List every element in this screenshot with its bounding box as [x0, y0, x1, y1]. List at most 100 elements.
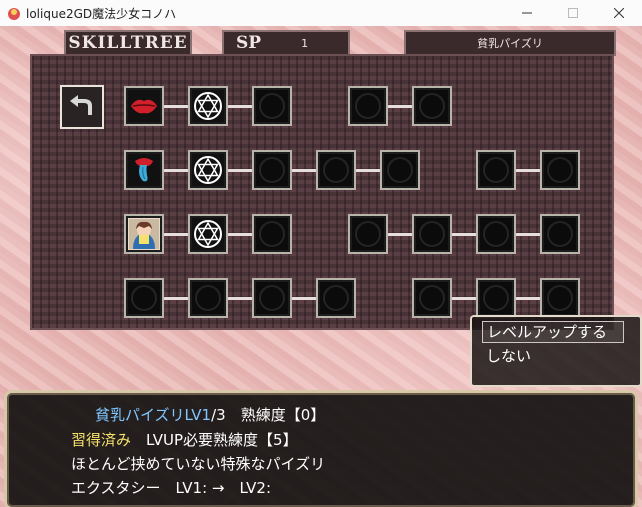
game-screen: SKILLTREE SP 1 貧乳パイズリ レベルアップする しない 貧乳パイズ… — [0, 26, 642, 507]
skill-node-locked[interactable] — [348, 214, 388, 254]
locked-node-icon — [323, 157, 349, 183]
maximize-button[interactable] — [550, 0, 596, 26]
locked-node-icon — [419, 93, 445, 119]
locked-node-icon — [419, 285, 445, 311]
skill-node-locked[interactable] — [252, 214, 292, 254]
skill-level-line: 貧乳パイズリLV1/3 熟練度【0】 — [95, 404, 325, 425]
tree-link — [356, 169, 380, 172]
hexagram-icon — [194, 156, 222, 184]
lvup-requirement: LVUP必要熟練度【5】 — [146, 431, 298, 449]
minimize-button[interactable] — [504, 0, 550, 26]
tree-link — [164, 233, 188, 236]
skill-node-locked[interactable] — [412, 278, 452, 318]
skill-node-locked[interactable] — [252, 150, 292, 190]
locked-node-icon — [323, 285, 349, 311]
locked-node-icon — [259, 93, 285, 119]
locked-node-icon — [483, 285, 509, 311]
portrait-icon — [129, 219, 159, 249]
tongue-icon — [135, 158, 153, 182]
tree-link — [516, 297, 540, 300]
skill-node-locked[interactable] — [316, 150, 356, 190]
locked-node-icon — [259, 221, 285, 247]
locked-node-icon — [131, 285, 157, 311]
back-arrow-icon — [70, 95, 92, 115]
locked-node-icon — [419, 221, 445, 247]
close-icon — [614, 8, 624, 18]
skill-node-locked[interactable] — [476, 150, 516, 190]
lips-icon — [131, 99, 157, 114]
skill-node[interactable] — [188, 86, 228, 126]
tree-link — [388, 105, 412, 108]
skill-node-locked[interactable] — [540, 214, 580, 254]
skill-node-locked[interactable] — [316, 278, 356, 318]
cancel-option[interactable]: しない — [486, 345, 531, 366]
skill-node-locked[interactable] — [252, 86, 292, 126]
skill-level-max: /3 — [211, 406, 226, 424]
sp-value: 1 — [301, 36, 309, 50]
skill-level-text: 貧乳パイズリLV1 — [95, 406, 212, 424]
locked-node-icon — [387, 157, 413, 183]
locked-node-icon — [483, 157, 509, 183]
skill-node-locked[interactable] — [540, 278, 580, 318]
skill-name-text: 貧乳パイズリ — [477, 37, 543, 50]
tree-link — [516, 233, 540, 236]
selected-skill-name: 貧乳パイズリ — [404, 30, 616, 56]
skilltree-label: SKILLTREE — [68, 33, 188, 53]
tree-link — [164, 105, 188, 108]
skill-node-locked[interactable] — [380, 150, 420, 190]
tree-link — [164, 169, 188, 172]
ecstasy-line: エクスタシー LV1: → LV2: — [71, 479, 272, 497]
skill-node-locked[interactable] — [188, 278, 228, 318]
locked-node-icon — [547, 285, 573, 311]
locked-node-icon — [355, 93, 381, 119]
skilltree-tab: SKILLTREE — [64, 30, 192, 56]
skill-node[interactable] — [124, 150, 164, 190]
window-titlebar: lolique2GD魔法少女コノハ — [0, 0, 642, 27]
acquired-status: 習得済み — [71, 431, 132, 449]
tree-link — [388, 233, 412, 236]
locked-node-icon — [259, 157, 285, 183]
locked-node-icon — [259, 285, 285, 311]
skill-node-locked[interactable] — [412, 86, 452, 126]
close-button[interactable] — [596, 0, 642, 26]
window-title: lolique2GD魔法少女コノハ — [26, 7, 177, 21]
skill-description: ほとんど挟めていない特殊なパイズリ — [71, 455, 326, 473]
app-icon — [8, 8, 20, 20]
skill-node[interactable] — [124, 86, 164, 126]
back-button[interactable] — [60, 85, 104, 129]
hexagram-icon — [194, 220, 222, 248]
tree-link — [292, 169, 316, 172]
skill-node[interactable] — [188, 150, 228, 190]
skill-node-locked[interactable] — [348, 86, 388, 126]
sp-panel: SP 1 — [222, 30, 350, 56]
tree-link — [452, 297, 476, 300]
skill-node-locked[interactable] — [476, 214, 516, 254]
skill-node-locked[interactable] — [540, 150, 580, 190]
locked-node-icon — [547, 157, 573, 183]
acquired-line: 習得済み LVUP必要熟練度【5】 — [71, 429, 298, 450]
skill-node-locked[interactable] — [476, 278, 516, 318]
skill-node-locked[interactable] — [412, 214, 452, 254]
locked-node-icon — [483, 221, 509, 247]
skill-node-locked[interactable] — [124, 278, 164, 318]
tree-link — [228, 105, 252, 108]
level-up-option[interactable]: レベルアップする — [482, 321, 624, 343]
hexagram-icon — [194, 92, 222, 120]
proficiency-text: 熟練度【0】 — [240, 406, 326, 424]
locked-node-icon — [355, 221, 381, 247]
minimize-icon — [522, 12, 532, 14]
tree-link — [228, 233, 252, 236]
tree-link — [452, 233, 476, 236]
skill-node[interactable] — [188, 214, 228, 254]
skill-node[interactable] — [124, 214, 164, 254]
skill-info-window: 貧乳パイズリLV1/3 熟練度【0】 習得済み LVUP必要熟練度【5】 ほとん… — [4, 390, 638, 507]
locked-node-icon — [547, 221, 573, 247]
locked-node-icon — [195, 285, 221, 311]
tree-link — [292, 297, 316, 300]
header-bar: SKILLTREE SP 1 貧乳パイズリ — [0, 26, 642, 56]
tree-link — [228, 297, 252, 300]
tree-link — [228, 169, 252, 172]
maximize-icon — [568, 8, 578, 18]
skill-node-locked[interactable] — [252, 278, 292, 318]
level-up-choice-menu: レベルアップする しない — [470, 315, 642, 387]
